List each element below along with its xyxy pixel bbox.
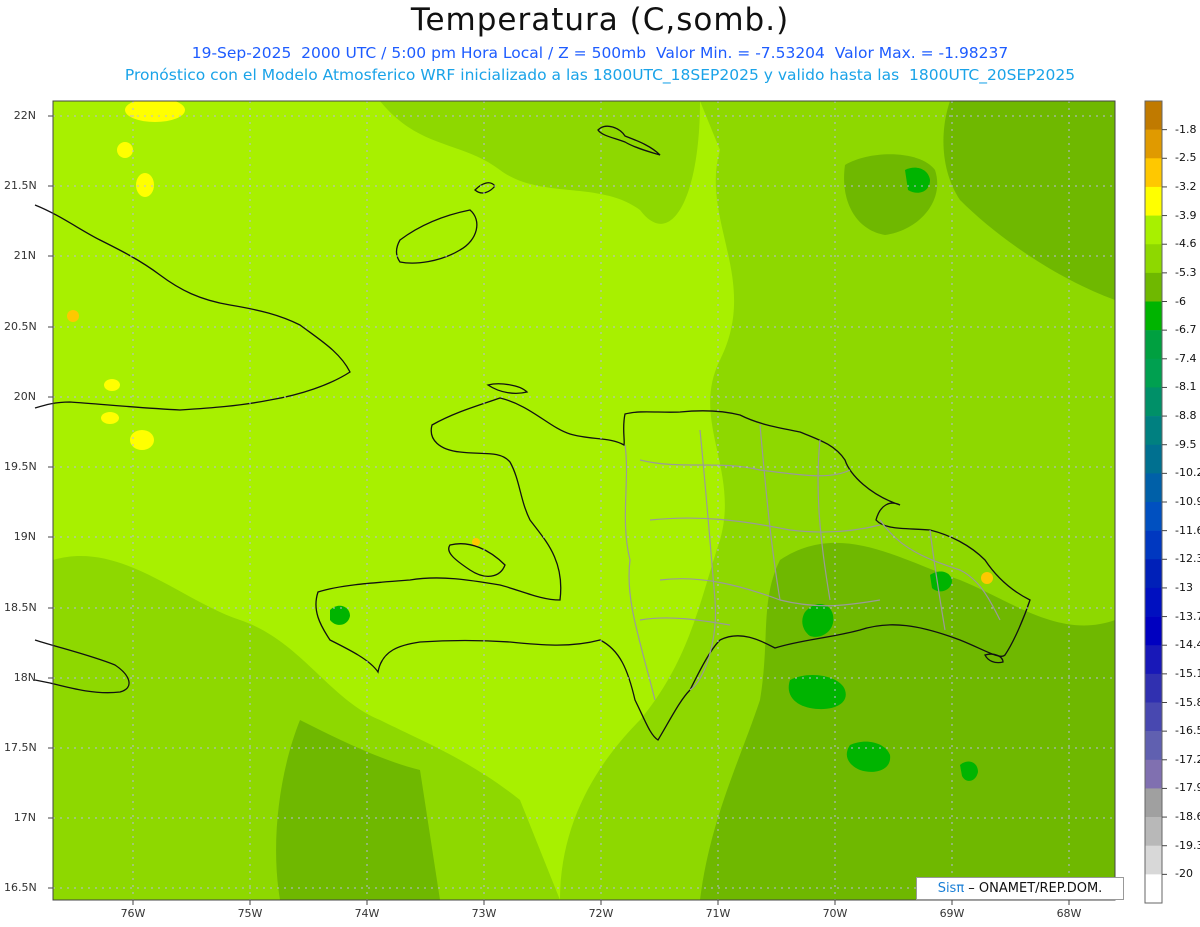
warm-spot-cuba [130, 430, 154, 450]
colorbar-swatch [1145, 444, 1162, 474]
colorbar-label: -6 [1175, 294, 1186, 308]
colorbar-label: -17.9 [1175, 781, 1200, 795]
y-axis-label: 17N [13, 811, 36, 824]
colorbar-label: -19.3 [1175, 838, 1200, 852]
warm-spot-ne-dr [981, 572, 993, 584]
colorbar-label: -6.7 [1175, 323, 1197, 337]
y-axis-label: 21N [13, 249, 36, 262]
colorbar-label: -4.6 [1175, 237, 1197, 251]
y-axis-label: 21.5N [4, 179, 37, 192]
x-axis-label: 71W [705, 907, 731, 920]
colorbar-swatch [1145, 759, 1162, 789]
colorbar-label: -15.8 [1175, 695, 1200, 709]
y-axis-label: 17.5N [4, 741, 37, 754]
temperature-map [34, 100, 1167, 905]
colorbar-swatch [1145, 874, 1162, 904]
colorbar-swatch [1145, 244, 1162, 274]
x-axis-label: 76W [120, 907, 146, 920]
colorbar-label: -1.8 [1175, 122, 1197, 136]
colorbar-swatch [1145, 272, 1162, 302]
warm-spot-cuba3 [104, 379, 120, 391]
y-axis-label: 20N [13, 390, 36, 403]
y-axis-label: 22N [13, 109, 36, 122]
warm-spot-nw [125, 101, 185, 122]
x-axis-label: 75W [237, 907, 263, 920]
warm-spot-nw2 [117, 142, 133, 158]
colorbar-swatch [1145, 502, 1162, 531]
colorbar-swatch [1145, 358, 1162, 388]
colorbar [1144, 100, 1167, 904]
colorbar-label: -10.2 [1175, 466, 1200, 480]
colorbar-swatch [1145, 587, 1162, 617]
colorbar-label: -13 [1175, 580, 1193, 594]
colorbar-swatch [1145, 616, 1162, 646]
x-axis-label: 72W [588, 907, 614, 920]
colorbar-swatch [1145, 158, 1162, 188]
warm-spot-inagua [67, 310, 79, 322]
x-axis-label: 73W [471, 907, 497, 920]
colorbar-label: -10.9 [1175, 495, 1200, 508]
colorbar-label: -18.6 [1175, 810, 1200, 824]
colorbar-label: -11.6 [1175, 523, 1200, 537]
colorbar-swatch [1145, 845, 1162, 875]
x-axis-label: 68W [1056, 907, 1082, 920]
warm-spot-nw3 [136, 173, 154, 197]
colorbar-label: -2.5 [1175, 151, 1197, 165]
colorbar-label: -8.1 [1175, 380, 1197, 394]
colorbar-label: -3.9 [1175, 208, 1197, 222]
colorbar-label: -20 [1175, 867, 1193, 881]
colorbar-swatch [1145, 788, 1162, 818]
colorbar-label: -15.1 [1175, 666, 1200, 680]
colorbar-label: -3.2 [1175, 179, 1197, 193]
y-axis-label: 19.5N [4, 460, 37, 473]
colorbar-swatch [1145, 301, 1162, 331]
colorbar-swatch [1145, 215, 1162, 245]
colorbar-swatch [1145, 186, 1162, 216]
colorbar-swatch [1145, 101, 1162, 130]
y-axis-label: 20.5N [4, 320, 37, 333]
colorbar-label: -5.3 [1175, 265, 1197, 279]
colorbar-swatch [1145, 473, 1162, 503]
colorbar-swatch [1145, 330, 1162, 360]
colorbar-swatch [1145, 559, 1162, 589]
colorbar-swatch [1145, 530, 1162, 560]
colorbar-label: -13.7 [1175, 609, 1200, 623]
colorbar-label: -12.3 [1175, 552, 1200, 566]
colorbar-swatch [1145, 673, 1162, 703]
y-axis-label: 18N [13, 671, 36, 684]
colorbar-swatch [1145, 645, 1162, 675]
colorbar-label: -7.4 [1175, 351, 1197, 365]
x-axis-label: 69W [939, 907, 965, 920]
colorbar-label: -9.5 [1175, 437, 1197, 451]
colorbar-swatch [1145, 129, 1162, 159]
colorbar-label: -8.8 [1175, 409, 1197, 423]
sis-logo-text: Sisπ [937, 881, 965, 896]
colorbar-label: -17.2 [1175, 752, 1200, 766]
x-axis-label: 70W [822, 907, 848, 920]
y-axis-label: 19N [13, 530, 36, 543]
colorbar-label: -14.4 [1175, 638, 1200, 652]
y-axis-label: 18.5N [4, 601, 37, 614]
colorbar-swatch [1145, 702, 1162, 732]
credit-box: Sisπ – ONAMET/REP.DOM. [916, 877, 1124, 900]
x-axis-label: 74W [354, 907, 380, 920]
y-axis-label: 16.5N [4, 881, 37, 894]
credit-text: – ONAMET/REP.DOM. [964, 881, 1103, 896]
colorbar-swatch [1145, 416, 1162, 446]
colorbar-swatch [1145, 387, 1162, 417]
colorbar-swatch [1145, 731, 1162, 761]
warm-spot-cuba2 [101, 412, 119, 424]
colorbar-swatch [1145, 817, 1162, 847]
colorbar-label: -16.5 [1175, 724, 1200, 738]
